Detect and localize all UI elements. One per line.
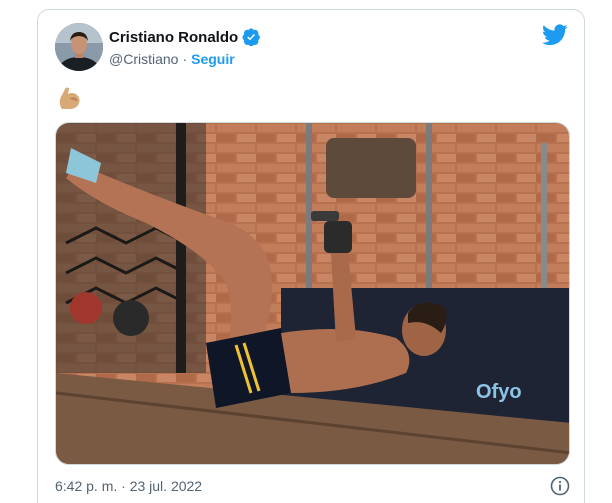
banner-text: Ofyo — [476, 381, 522, 403]
tweet-footer: 6:42 p. m. · 23 jul. 2022 — [55, 476, 570, 496]
author-handle[interactable]: @Cristiano — [109, 51, 178, 67]
tweet-timestamp[interactable]: 6:42 p. m. · 23 jul. 2022 — [55, 478, 202, 494]
author-name-row: Cristiano Ronaldo — [109, 28, 261, 46]
twitter-bird-icon[interactable] — [542, 24, 568, 46]
flexed-biceps-emoji — [59, 87, 80, 109]
author-handle-row: @Cristiano · Seguir — [109, 51, 235, 67]
tweet-embed-card[interactable]: Cristiano Ronaldo @Cristiano · Seguir Of… — [37, 9, 585, 503]
author-avatar[interactable] — [55, 23, 103, 71]
info-icon[interactable] — [550, 476, 570, 496]
tweet-photo[interactable]: Ofyo — [55, 122, 570, 465]
workout-photo-illustration: Ofyo — [56, 123, 569, 464]
follow-button[interactable]: Seguir — [191, 51, 235, 67]
author-display-name[interactable]: Cristiano Ronaldo — [109, 29, 238, 46]
separator-dot: · — [182, 51, 188, 67]
verified-badge-icon — [242, 28, 261, 46]
